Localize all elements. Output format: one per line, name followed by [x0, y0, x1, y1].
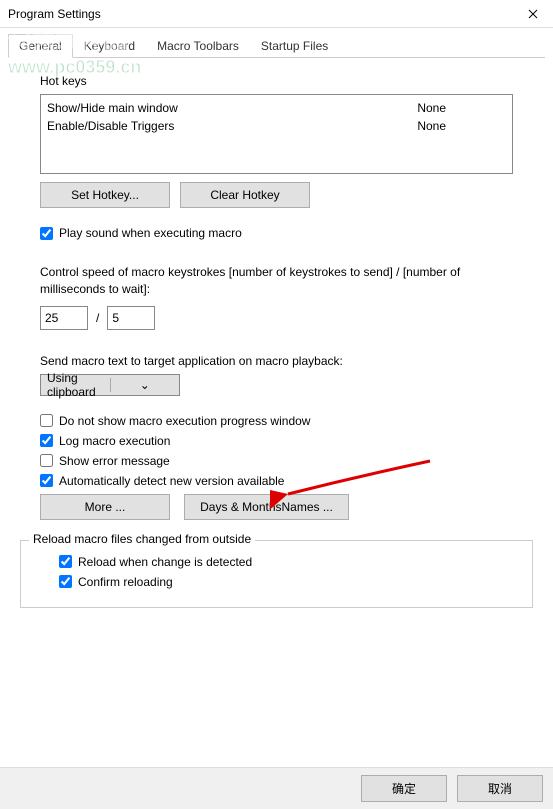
clear-hotkey-button[interactable]: Clear Hotkey [180, 182, 310, 208]
hotkeys-list[interactable]: Show/Hide main window None Enable/Disabl… [40, 94, 513, 174]
reload-detected-label: Reload when change is detected [78, 555, 252, 569]
slash-label: / [96, 311, 99, 325]
noprogress-checkbox[interactable] [40, 414, 53, 427]
tab-general[interactable]: General [8, 34, 73, 58]
hotkeys-label: Hot keys [40, 74, 513, 88]
confirm-reload-label: Confirm reloading [78, 575, 173, 589]
reload-detected-checkbox[interactable] [59, 555, 72, 568]
sendmode-combobox[interactable]: Using clipboard ⌄ [40, 374, 180, 396]
tab-content-general: Hot keys Show/Hide main window None Enab… [0, 58, 553, 608]
window-title: Program Settings [8, 7, 101, 21]
cancel-button[interactable]: 取消 [457, 775, 543, 802]
daysmonths-button[interactable]: Days & MonthsNames ... [184, 494, 349, 520]
ok-button[interactable]: 确定 [361, 775, 447, 802]
autodetect-checkbox[interactable] [40, 474, 53, 487]
noprogress-label: Do not show macro execution progress win… [59, 414, 310, 428]
confirm-reload-checkbox[interactable] [59, 575, 72, 588]
showerror-label: Show error message [59, 454, 170, 468]
milliseconds-input[interactable] [107, 306, 155, 330]
reload-group: Reload macro files changed from outside … [20, 540, 533, 608]
tab-startup-files[interactable]: Startup Files [250, 34, 339, 58]
tab-strip: General Keyboard Macro Toolbars Startup … [0, 30, 553, 58]
more-button[interactable]: More ... [40, 494, 170, 520]
logexecution-label: Log macro execution [59, 434, 170, 448]
tab-macro-toolbars[interactable]: Macro Toolbars [146, 34, 250, 58]
titlebar: Program Settings [0, 0, 553, 28]
list-item[interactable]: Enable/Disable Triggers None [47, 117, 506, 135]
showerror-checkbox[interactable] [40, 454, 53, 467]
logexecution-checkbox[interactable] [40, 434, 53, 447]
hotkey-value: None [417, 101, 446, 115]
reload-legend: Reload macro files changed from outside [29, 532, 255, 546]
sendmode-value: Using clipboard [41, 371, 110, 399]
keystrokes-input[interactable] [40, 306, 88, 330]
chevron-down-icon: ⌄ [110, 378, 180, 392]
sendmode-label: Send macro text to target application on… [40, 354, 513, 368]
speed-label: Control speed of macro keystrokes [numbe… [40, 264, 513, 298]
list-item[interactable]: Show/Hide main window None [47, 99, 506, 117]
hotkey-value: None [417, 119, 446, 133]
close-button[interactable] [513, 0, 553, 28]
tab-keyboard[interactable]: Keyboard [73, 34, 146, 58]
dialog-footer: 确定 取消 [0, 767, 553, 809]
hotkey-name: Show/Hide main window [47, 101, 178, 115]
set-hotkey-button[interactable]: Set Hotkey... [40, 182, 170, 208]
autodetect-label: Automatically detect new version availab… [59, 474, 284, 488]
hotkey-name: Enable/Disable Triggers [47, 119, 174, 133]
close-icon [528, 9, 538, 19]
playsound-checkbox[interactable] [40, 227, 53, 240]
playsound-label: Play sound when executing macro [59, 226, 242, 240]
